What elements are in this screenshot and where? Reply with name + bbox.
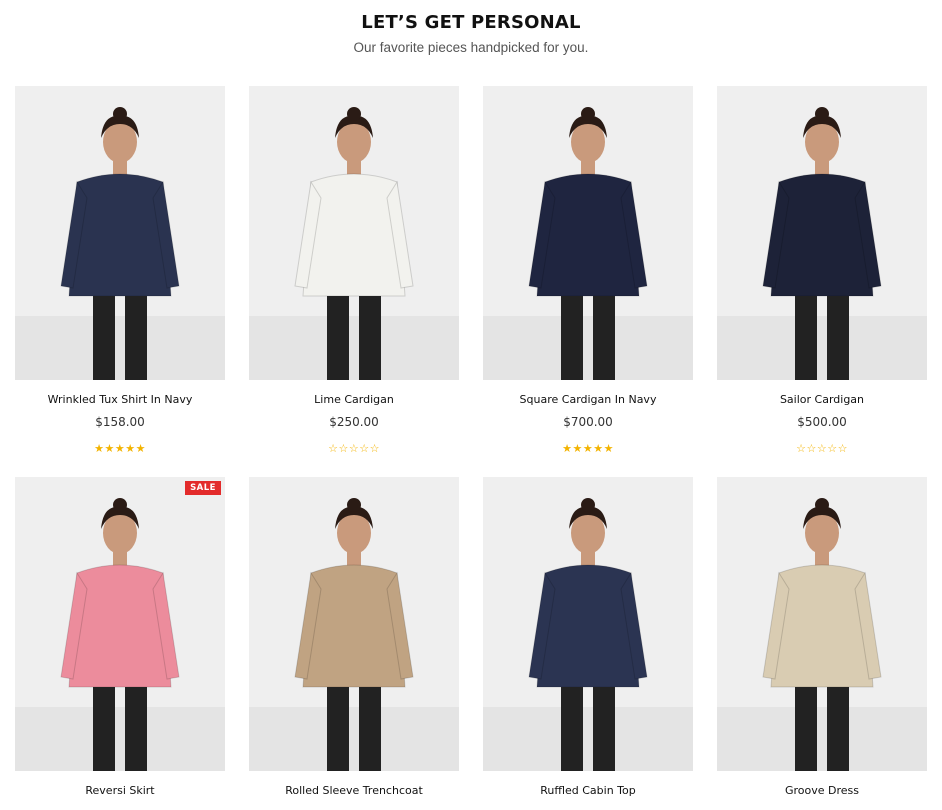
product-image[interactable] [717,86,927,380]
star-empty-icon: ☆ [359,442,370,455]
rating-stars: ☆☆☆☆☆ [717,443,927,454]
product-image[interactable]: SALE [15,477,225,771]
star-empty-icon: ☆ [348,442,360,455]
model-photo-icon [483,477,693,771]
product-price: $500.00 [797,415,847,429]
section-title: LET’S GET PERSONAL [361,12,581,33]
star-empty-icon: ☆ [328,442,339,455]
model-photo-icon [15,86,225,380]
product-image[interactable] [15,86,225,380]
product-name[interactable]: Wrinkled Tux Shirt In Navy [5,393,235,406]
star-empty-icon: ☆ [796,442,807,455]
product-price: $700.00 [563,415,613,429]
product-image[interactable] [249,477,459,771]
product-image[interactable] [483,86,693,380]
model-photo-icon [483,86,693,380]
star-filled-icon: ★ [94,442,105,455]
star-filled-icon: ★ [572,442,583,455]
product-image[interactable] [717,477,927,771]
star-filled-icon: ★ [114,442,126,455]
product-name[interactable]: Rolled Sleeve Trenchcoat [239,784,469,797]
sale-badge: SALE [185,481,221,495]
star-empty-icon: ☆ [806,442,817,455]
product-image[interactable] [483,477,693,771]
product-name[interactable]: Sailor Cardigan [707,393,937,406]
star-empty-icon: ☆ [369,442,380,455]
product-name[interactable]: Square Cardigan In Navy [473,393,703,406]
product-name[interactable]: Lime Cardigan [239,393,469,406]
star-empty-icon: ☆ [827,442,838,455]
star-filled-icon: ★ [603,442,614,455]
product-image[interactable] [249,86,459,380]
section-subtitle: Our favorite pieces handpicked for you. [353,40,589,55]
star-filled-icon: ★ [104,442,115,455]
model-photo-icon [249,86,459,380]
rating-stars: ★★★★★ [15,443,225,454]
model-photo-icon [717,86,927,380]
rating-stars: ☆☆☆☆☆ [249,443,459,454]
model-photo-icon [249,477,459,771]
star-empty-icon: ☆ [837,442,848,455]
product-price: $158.00 [95,415,145,429]
star-filled-icon: ★ [582,442,594,455]
star-filled-icon: ★ [125,442,136,455]
product-name[interactable]: Ruffled Cabin Top [473,784,703,797]
star-filled-icon: ★ [135,442,146,455]
star-filled-icon: ★ [562,442,573,455]
model-photo-icon [717,477,927,771]
rating-stars: ★★★★★ [483,443,693,454]
star-empty-icon: ☆ [816,442,828,455]
star-empty-icon: ☆ [338,442,349,455]
product-price: $250.00 [329,415,379,429]
model-photo-icon [15,477,225,771]
product-name[interactable]: Groove Dress [707,784,937,797]
product-name[interactable]: Reversi Skirt [5,784,235,797]
star-filled-icon: ★ [593,442,604,455]
